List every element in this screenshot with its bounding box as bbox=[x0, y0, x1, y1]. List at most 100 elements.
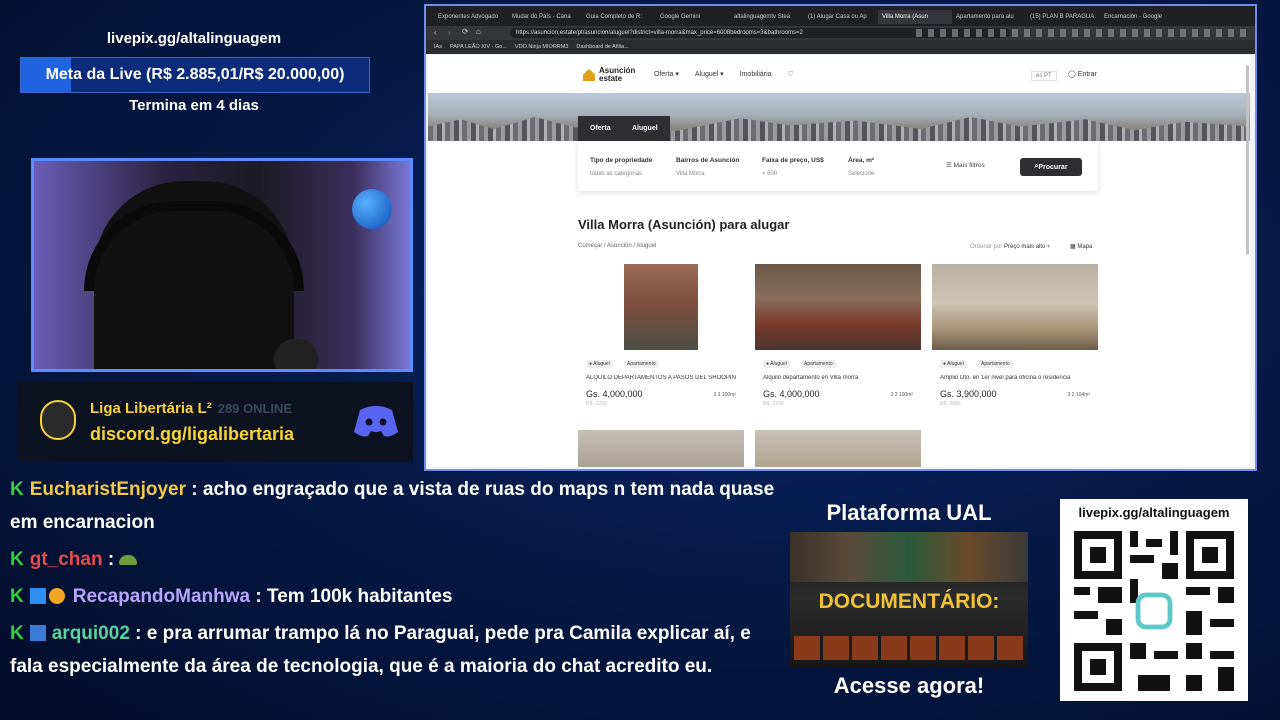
tab-oferta[interactable]: Oferta bbox=[590, 125, 611, 132]
listing-badge-type: ● Aluguel bbox=[763, 360, 790, 368]
more-filters-button[interactable]: ☰ Mais filtros bbox=[946, 161, 985, 169]
sort-label: Ordenar por bbox=[970, 244, 1003, 250]
cube-badge-icon bbox=[29, 588, 46, 604]
sub-badge-icon bbox=[48, 588, 65, 604]
liga-title-text: Liga Libertária L² bbox=[90, 400, 212, 417]
nav-imobiliaria[interactable]: Imobiliária bbox=[740, 71, 772, 78]
field-district-select[interactable]: Villa Morra bbox=[676, 171, 705, 177]
chat-username: RecapandoManhwa bbox=[72, 586, 251, 607]
browser-tab[interactable]: Apartamento para alu bbox=[952, 10, 1026, 24]
promo-thumbnails-row bbox=[794, 636, 1024, 660]
hero-cityscape bbox=[428, 93, 1250, 141]
browser-tab[interactable]: (15) PLAN B PARAGUA bbox=[1026, 10, 1100, 24]
scrollbar[interactable] bbox=[1246, 65, 1249, 255]
heart-icon[interactable]: ♡ bbox=[788, 71, 794, 78]
web-page: Asunción estate Oferta ▾ Aluguel ▾ Imobi… bbox=[428, 55, 1250, 467]
chat-message: Kgt_chan : bbox=[10, 543, 785, 576]
listing-badge-type: ● Aluguel bbox=[940, 360, 967, 368]
kick-badge-icon: K bbox=[10, 549, 24, 570]
field-type-select[interactable]: todas as categorias bbox=[590, 171, 642, 177]
globe-decoration bbox=[352, 189, 392, 229]
listing-price: Gs. 4,000,000 bbox=[763, 389, 820, 399]
liga-logo-icon bbox=[40, 400, 76, 440]
listing-card[interactable]: ● Aluguel Apartamento ALQUILO DEPARTAMEN… bbox=[578, 264, 744, 419]
listing-photo[interactable] bbox=[755, 264, 921, 350]
chat-message: K RecapandoManhwa : Tem 100k habitantes bbox=[10, 580, 785, 613]
listing-photo[interactable] bbox=[578, 264, 744, 350]
reload-icon[interactable]: ⟳ bbox=[462, 27, 469, 36]
search-mode-tabs: Oferta Aluguel bbox=[578, 116, 670, 142]
qr-label: livepix.gg/altalinguagem bbox=[1078, 505, 1230, 520]
bookmark-item[interactable]: PAPA LEÃO XIV - Go... bbox=[450, 44, 507, 50]
browser-tab[interactable]: Mudar do País - Cana bbox=[508, 10, 582, 24]
breadcrumb: Começar / Asunción / Aluguel bbox=[578, 243, 657, 249]
browser-tab[interactable]: Google Gemini bbox=[656, 10, 730, 24]
webcam-feed bbox=[31, 158, 413, 372]
turtle-emote-icon bbox=[119, 555, 138, 565]
promo-faces bbox=[790, 532, 1028, 582]
browser-tab[interactable]: (1) Alugar Casa ou Ap bbox=[804, 10, 878, 24]
listing-card[interactable]: ● Aluguel Apartamento Amplio Dto. en 1er… bbox=[932, 264, 1098, 419]
listing-card-partial[interactable] bbox=[578, 430, 744, 467]
back-icon[interactable]: ‹ bbox=[434, 28, 437, 37]
browser-tab[interactable]: Exponentes Advogado bbox=[434, 10, 508, 24]
map-button[interactable]: ▦ Mapa bbox=[1070, 243, 1092, 250]
listing-specs: 3 3 100m² bbox=[713, 392, 736, 398]
kick-badge-icon: K bbox=[10, 586, 24, 607]
listing-badge-type-label: Aluguel bbox=[770, 361, 787, 367]
field-area-select[interactable]: Selecione bbox=[848, 171, 874, 177]
listing-badge-type: ● Aluguel bbox=[586, 360, 613, 368]
listing-badge-category: Apartamento bbox=[801, 360, 836, 368]
listing-photo[interactable] bbox=[932, 264, 1098, 350]
promo-title: Plataforma UAL bbox=[826, 500, 992, 525]
browser-tab[interactable]: altalinguagemtv Stea bbox=[730, 10, 804, 24]
kick-badge-icon: K bbox=[10, 479, 24, 500]
discord-promo: Liga Libertária L² 289 ONLINE discord.gg/… bbox=[18, 382, 413, 462]
nav-oferta[interactable]: Oferta bbox=[654, 71, 673, 78]
listing-badge-type-label: Aluguel bbox=[593, 361, 610, 367]
city-skyline bbox=[428, 117, 1250, 141]
field-price-select[interactable]: < 600 bbox=[762, 171, 777, 177]
goal-text: Meta da Live (R$ 2.885,01/R$ 20.000,00) bbox=[45, 66, 345, 83]
listing-title[interactable]: ALQUILO DEPARTAMENTOS A PASOS DEL SHOOPI… bbox=[586, 375, 736, 381]
tab-aluguel[interactable]: Aluguel bbox=[632, 125, 658, 132]
search-button[interactable]: ⌕ Procurar bbox=[1020, 158, 1082, 176]
liga-online-count: 289 ONLINE bbox=[217, 401, 293, 416]
browser-tab[interactable]: Villa Morra (Asun bbox=[878, 10, 952, 24]
listing-specs: 3 3 100m² bbox=[890, 392, 913, 398]
nav-aluguel[interactable]: Aluguel bbox=[695, 71, 718, 78]
listing-badge-category: Apartamento bbox=[978, 360, 1013, 368]
chat-username: arqui002 bbox=[51, 623, 130, 644]
site-logo[interactable]: Asunción estate bbox=[583, 65, 641, 85]
extension-icons[interactable] bbox=[916, 29, 1246, 37]
listing-title[interactable]: Amplio Dto. en 1er nivel para oficina o … bbox=[940, 375, 1090, 381]
listing-title[interactable]: Alquilo departamento en Villa morra bbox=[763, 375, 913, 381]
field-label-area: Área, m² bbox=[848, 157, 875, 164]
discord-icon bbox=[354, 406, 398, 437]
listing-card-partial[interactable] bbox=[755, 430, 921, 467]
listing-badge-category: Apartamento bbox=[624, 360, 659, 368]
map-label: Mapa bbox=[1077, 244, 1093, 250]
promo-thumbnail: DOCUMENTÁRIO: bbox=[790, 532, 1028, 667]
qr-code-icon bbox=[1074, 531, 1234, 691]
login-link[interactable]: ◯ Entrar bbox=[1068, 70, 1097, 78]
forward-icon[interactable]: › bbox=[448, 28, 451, 37]
bookmark-item[interactable]: Dashboard de Afilia... bbox=[576, 44, 628, 50]
field-label-district: Bairros de Asunción bbox=[676, 157, 740, 164]
sort-control[interactable]: Ordenar por Preço mais alto ▾ bbox=[970, 243, 1050, 250]
toolbar: ‹ › ⟳ ⌂ https://asuncion.estate/pt/asunc… bbox=[426, 26, 1255, 40]
browser-tab[interactable]: Guia Completo de R: bbox=[582, 10, 656, 24]
breadcrumb-city[interactable]: Asunción bbox=[607, 243, 632, 249]
browser-tab[interactable]: Encarnación - Google bbox=[1100, 10, 1174, 24]
bookmark-item[interactable]: IAs bbox=[434, 44, 442, 50]
goal-progress-bar: Meta da Live (R$ 2.885,01/R$ 20.000,00) bbox=[20, 57, 370, 93]
home-icon[interactable]: ⌂ bbox=[476, 27, 481, 36]
language-select[interactable]: es PT bbox=[1031, 71, 1057, 81]
listing-badge-type-label: Aluguel bbox=[947, 361, 964, 367]
chat-text: : bbox=[107, 549, 115, 570]
bookmark-item[interactable]: VDO.Ninja MIORRM3 bbox=[515, 44, 568, 50]
listing-card[interactable]: ● Aluguel Apartamento Alquilo departamen… bbox=[755, 264, 921, 419]
breadcrumb-home[interactable]: Começar bbox=[578, 243, 602, 249]
filter-icon: ☰ bbox=[946, 162, 954, 169]
login-label: Entrar bbox=[1077, 71, 1097, 78]
